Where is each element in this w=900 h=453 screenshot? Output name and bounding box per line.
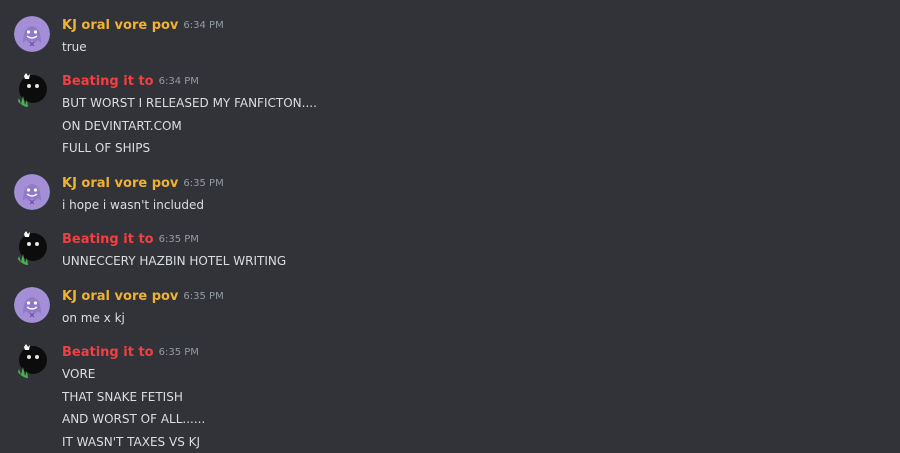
username[interactable]: Beating it to (62, 232, 154, 247)
message-header: Beating it to 6:35 PM (62, 341, 199, 361)
message-line: IT WASN'T TAXES VS KJ (62, 434, 201, 449)
timestamp: 6:35 PM (158, 347, 199, 358)
timestamp: 6:35 PM (183, 178, 224, 189)
black-ball-avatar-icon[interactable] (14, 72, 50, 108)
timestamp: 6:35 PM (183, 291, 224, 302)
message-line: BUT WORST I RELEASED MY FANFICTON.... (62, 96, 317, 110)
message-header: Beating it to 6:34 PM (62, 70, 199, 90)
message-line: THAT SNAKE FETISH (62, 389, 183, 404)
black-ball-avatar-icon[interactable] (14, 230, 50, 266)
purple-ghost-avatar-icon[interactable] (14, 16, 50, 52)
username[interactable]: KJ oral vore pov (62, 176, 178, 191)
message-content: VORE THAT SNAKE FETISH AND WORST OF ALL.… (62, 363, 205, 453)
black-ball-avatar-icon[interactable] (14, 343, 50, 379)
message-line: UNNECCERY HAZBIN HOTEL WRITING (62, 254, 287, 268)
purple-ghost-avatar-icon[interactable] (14, 174, 50, 210)
message-line: AND WORST OF ALL...... (62, 412, 206, 426)
message-line: on me x kj (62, 311, 125, 325)
message-content: on me x kj (62, 307, 125, 330)
timestamp: 6:34 PM (183, 20, 224, 31)
message-content: true (62, 36, 87, 59)
message-content: UNNECCERY HAZBIN HOTEL WRITING (62, 250, 286, 273)
message-header: KJ oral vore pov 6:35 PM (62, 285, 224, 305)
username[interactable]: KJ oral vore pov (62, 289, 178, 304)
timestamp: 6:35 PM (158, 234, 199, 245)
message-header: KJ oral vore pov 6:35 PM (62, 172, 224, 192)
message-header: KJ oral vore pov 6:34 PM (62, 14, 224, 34)
username[interactable]: KJ oral vore pov (62, 18, 178, 33)
timestamp: 6:34 PM (158, 76, 199, 87)
message-header: Beating it to 6:35 PM (62, 228, 199, 248)
purple-ghost-avatar-icon[interactable] (14, 287, 50, 323)
message-content: BUT WORST I RELEASED MY FANFICTON.... ON… (62, 92, 317, 160)
username[interactable]: Beating it to (62, 74, 154, 89)
message-line: VORE (62, 367, 96, 381)
chat-message-list: KJ oral vore pov 6:34 PM true Beating it … (0, 0, 900, 453)
message-content: i hope i wasn't included (62, 194, 204, 217)
message-line: FULL OF SHIPS (62, 141, 151, 155)
message-line: i hope i wasn't included (62, 198, 204, 212)
message-line: ON DEVINTART.COM (62, 118, 182, 133)
username[interactable]: Beating it to (62, 345, 154, 360)
message-line: true (62, 40, 87, 54)
